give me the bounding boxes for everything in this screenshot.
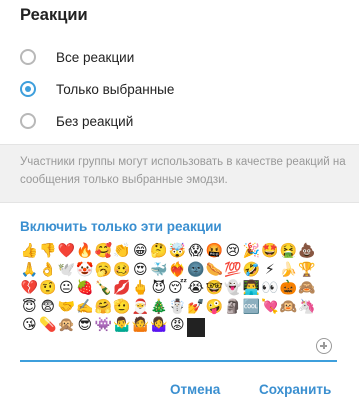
emoji-item[interactable]: 🤓 <box>205 279 224 298</box>
emoji-item[interactable]: 😐 <box>57 279 76 298</box>
emoji-item[interactable]: 🖕 <box>131 279 150 298</box>
emoji-item[interactable]: ❤️ <box>57 242 76 261</box>
emoji-item[interactable]: 👏 <box>113 242 132 261</box>
emoji-item[interactable]: 🤷‍♀️ <box>150 316 169 335</box>
radio-no-reactions[interactable] <box>20 113 36 129</box>
emoji-item[interactable]: 👻 <box>224 279 243 298</box>
emoji-item[interactable]: 😭 <box>187 279 206 298</box>
emoji-item[interactable]: 😁 <box>131 242 150 261</box>
emoji-item[interactable]: 💅 <box>187 298 206 317</box>
dialog-title: Реакции <box>20 6 88 24</box>
emoji-item[interactable]: 💘 <box>261 298 280 317</box>
emoji-item[interactable]: 👌 <box>39 261 58 280</box>
emoji-item[interactable]: 😡 <box>168 316 187 335</box>
cancel-button[interactable]: Отмена <box>170 382 220 397</box>
emoji-item[interactable]: 😇 <box>20 298 39 317</box>
info-text: Участники группы могут использовать в ка… <box>20 156 346 186</box>
emoji-item[interactable]: 👎 <box>39 242 58 261</box>
emoji-item[interactable]: 🗿 <box>224 298 243 317</box>
emoji-item[interactable]: ☃️ <box>168 298 187 317</box>
emoji-item[interactable]: 🤔 <box>150 242 169 261</box>
emoji-item[interactable]: 💩 <box>298 242 317 261</box>
add-circle-icon[interactable] <box>316 338 332 354</box>
emoji-item[interactable]: 👀 <box>261 279 280 298</box>
emoji-item[interactable]: 😴 <box>168 279 187 298</box>
emoji-item[interactable]: 🍾 <box>94 279 113 298</box>
radio-selected-only[interactable] <box>20 81 36 97</box>
save-button[interactable]: Сохранить <box>259 382 331 397</box>
emoji-item[interactable]: 🤗 <box>94 298 113 317</box>
emoji-item[interactable]: 😘 <box>20 316 39 335</box>
emoji-item[interactable]: 😈 <box>150 279 169 298</box>
emoji-item[interactable]: 🐳 <box>150 261 169 280</box>
emoji-item[interactable]: 🫡 <box>113 298 132 317</box>
emoji-item[interactable]: ⚡ <box>261 261 280 280</box>
emoji-item[interactable]: 🤯 <box>168 242 187 261</box>
emoji-item[interactable]: 🆒 <box>242 298 261 317</box>
emoji-item[interactable]: ✍️ <box>76 298 95 317</box>
option-label: Без реакций <box>56 113 134 129</box>
emoji-item[interactable]: 🦄 <box>298 298 317 317</box>
emoji-item[interactable]: ❤️‍🔥 <box>168 261 187 280</box>
emoji-item[interactable]: 🍌 <box>279 261 298 280</box>
emoji-input-field[interactable]: 👍 👎 ❤️ 🔥 🥰 👏 😁 🤔 🤯 😱 🤬 😢 🎉 🤩 🤮 💩 🙏 👌 🕊️ 🤡 🥱 🥴 😍 🐳 ❤️‍🔥 🌚 🌭 💯 🤣 ⚡ 🍌 🏆 💔 🤨 😐… <box>20 242 337 360</box>
field-underline <box>20 360 337 362</box>
option-label: Только выбранные <box>56 81 175 97</box>
emoji-item[interactable]: 🔥 <box>76 242 95 261</box>
emoji-item[interactable]: 😢 <box>224 242 243 261</box>
emoji-item[interactable]: 💔 <box>20 279 39 298</box>
option-selected-only[interactable]: Только выбранные <box>0 73 359 105</box>
emoji-item[interactable]: 🕊️ <box>57 261 76 280</box>
emoji-item[interactable]: 🏆 <box>298 261 317 280</box>
emoji-item[interactable]: 🤷 <box>131 316 150 335</box>
info-panel: Участники группы могут использовать в ка… <box>0 144 359 203</box>
emoji-item[interactable]: 💋 <box>113 279 132 298</box>
emoji-item[interactable]: 😍 <box>131 261 150 280</box>
section-heading: Включить только эти реакции <box>20 219 222 234</box>
text-caret <box>186 318 205 337</box>
emoji-item[interactable]: 😎 <box>76 316 95 335</box>
emoji-item[interactable]: 🤣 <box>242 261 261 280</box>
emoji-item[interactable]: 🥴 <box>113 261 132 280</box>
emoji-item[interactable]: 🤝 <box>57 298 76 317</box>
emoji-item[interactable]: 🍓 <box>76 279 95 298</box>
emoji-item[interactable]: 👨‍💻 <box>242 279 261 298</box>
emoji-item[interactable]: 😱 <box>187 242 206 261</box>
emoji-item[interactable]: 😨 <box>39 298 58 317</box>
emoji-item[interactable]: 🤩 <box>261 242 280 261</box>
emoji-item[interactable]: 🙊 <box>57 316 76 335</box>
option-all-reactions[interactable]: Все реакции <box>0 41 359 73</box>
emoji-item[interactable]: 🙏 <box>20 261 39 280</box>
emoji-item[interactable]: 🌭 <box>205 261 224 280</box>
option-label: Все реакции <box>56 49 135 65</box>
emoji-item[interactable]: 🤷‍♂️ <box>113 316 132 335</box>
emoji-item[interactable]: 🙉 <box>279 298 298 317</box>
emoji-item[interactable]: 🤬 <box>205 242 224 261</box>
emoji-item[interactable]: 🤮 <box>279 242 298 261</box>
emoji-item[interactable]: 🎃 <box>279 279 298 298</box>
emoji-item[interactable]: 💊 <box>39 316 58 335</box>
emoji-item[interactable]: 🥱 <box>94 261 113 280</box>
emoji-item[interactable]: 🤡 <box>76 261 95 280</box>
emoji-item[interactable]: 🤨 <box>39 279 58 298</box>
emoji-item[interactable]: 🥰 <box>94 242 113 261</box>
emoji-item[interactable]: 👾 <box>94 316 113 335</box>
emoji-item[interactable]: 🎉 <box>242 242 261 261</box>
emoji-item[interactable]: 💯 <box>224 261 243 280</box>
emoji-list[interactable]: 👍 👎 ❤️ 🔥 🥰 👏 😁 🤔 🤯 😱 🤬 😢 🎉 🤩 🤮 💩 🙏 👌 🕊️ 🤡 🥱 🥴 😍 🐳 ❤️‍🔥 🌚 🌭 💯 🤣 ⚡ 🍌 🏆 💔 🤨 😐… <box>20 242 316 337</box>
emoji-item[interactable]: 🎅 <box>131 298 150 317</box>
emoji-item[interactable]: 🙈 <box>298 279 317 298</box>
emoji-item[interactable]: 👍 <box>20 242 39 261</box>
emoji-item[interactable]: 🌚 <box>187 261 206 280</box>
radio-all-reactions[interactable] <box>20 49 36 65</box>
option-no-reactions[interactable]: Без реакций <box>0 105 359 137</box>
emoji-item[interactable]: 🤪 <box>205 298 224 317</box>
emoji-item[interactable]: 🎄 <box>150 298 169 317</box>
